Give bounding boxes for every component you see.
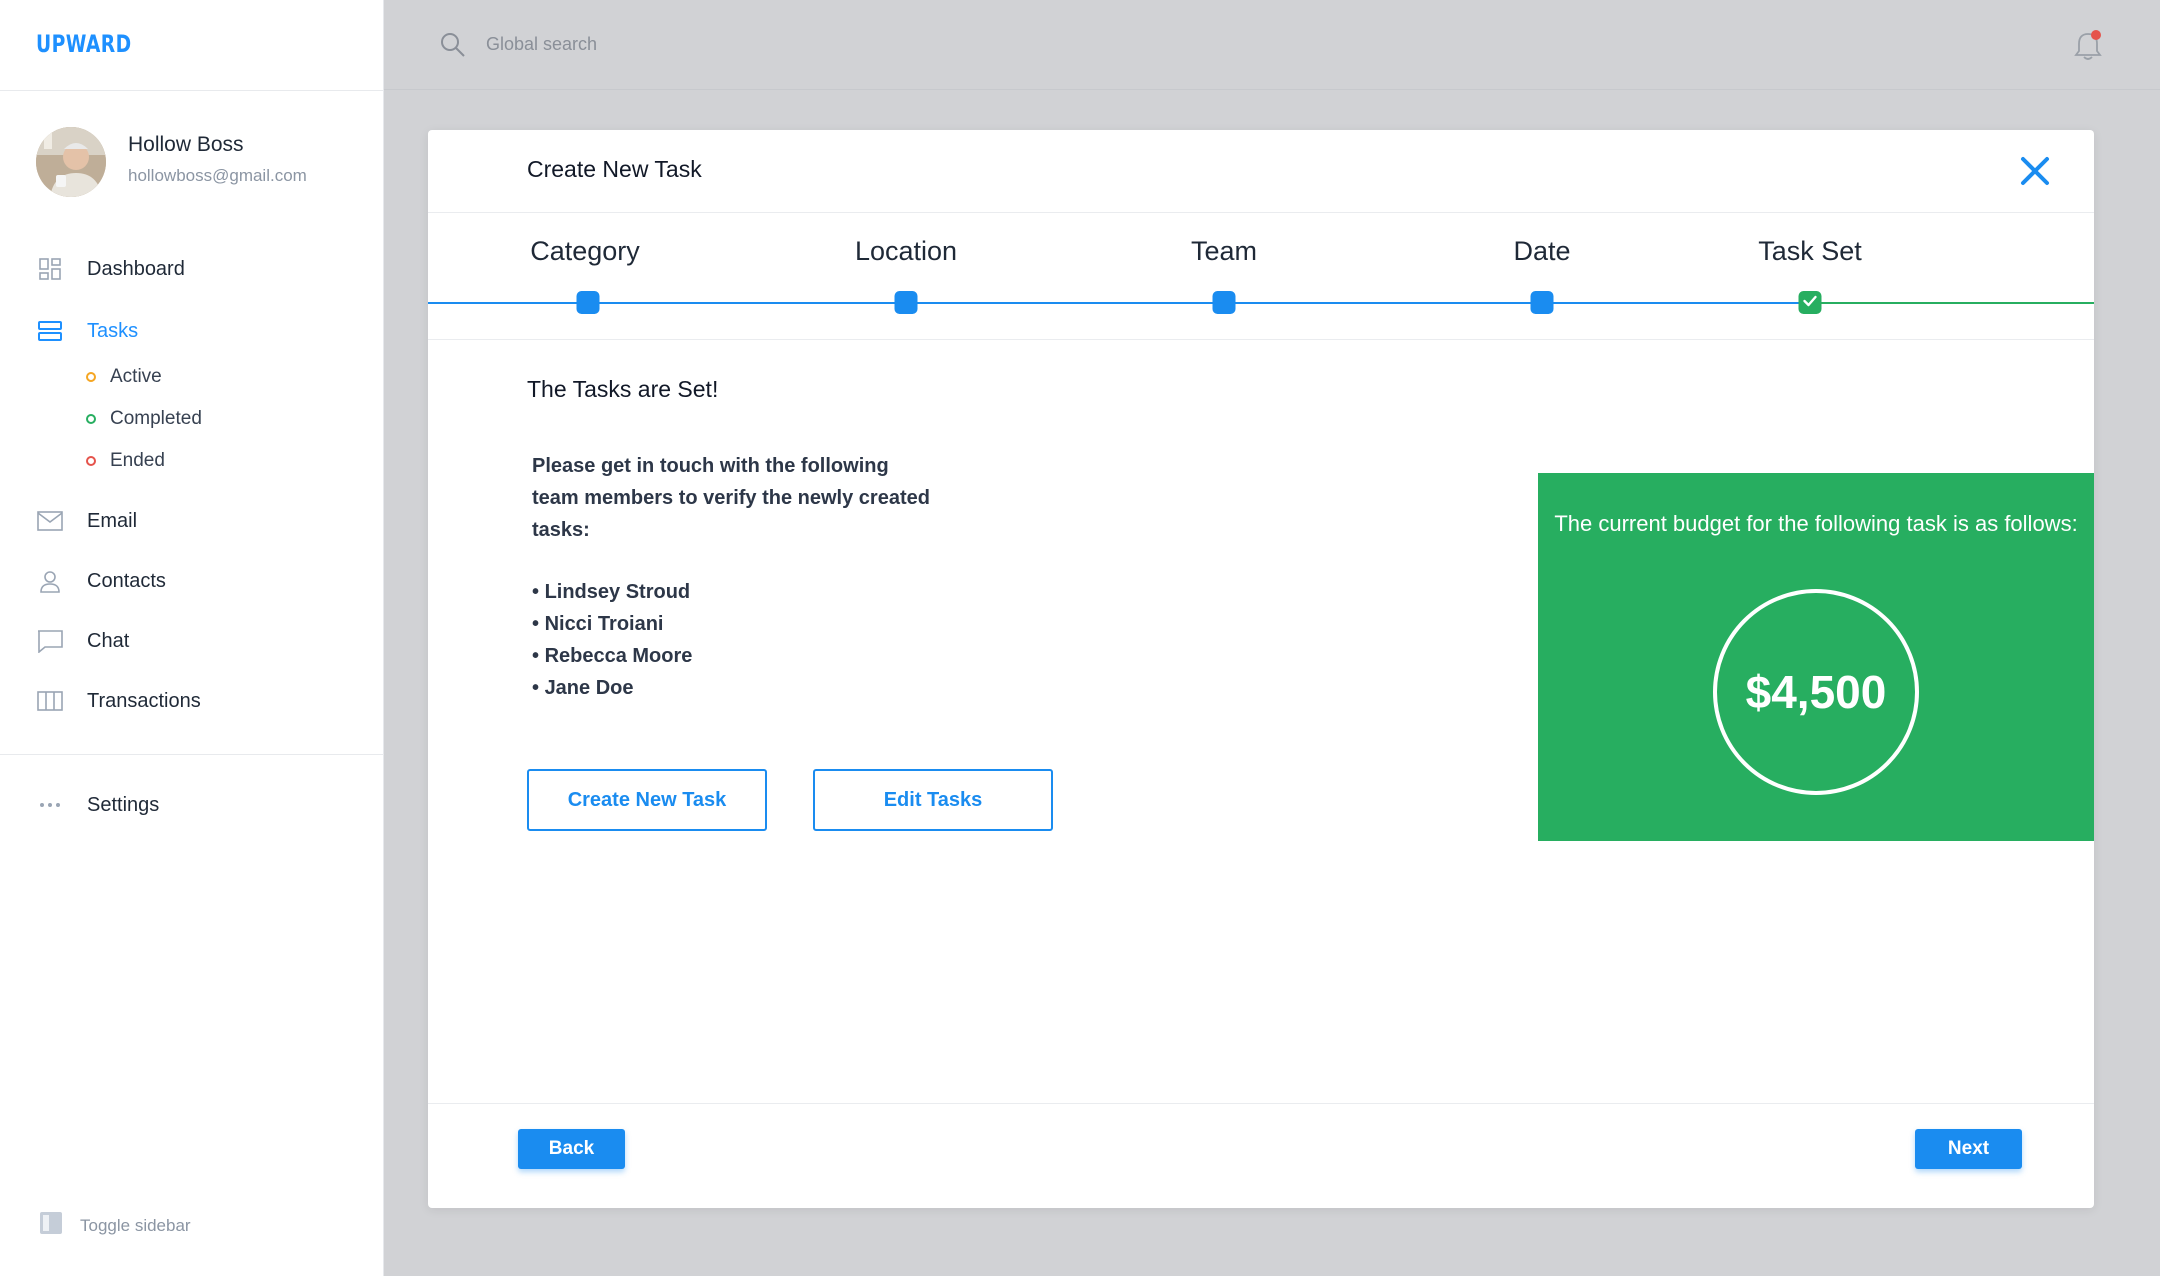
step-label-date: Date (1513, 236, 1571, 266)
verify-message: Please get in touch with the following t… (532, 455, 930, 541)
step-dot-location[interactable] (894, 291, 918, 314)
step-dot-team[interactable] (1212, 291, 1236, 314)
next-button[interactable]: Next (1915, 1129, 2022, 1169)
status-dot (86, 456, 96, 466)
step-label-task-set: Task Set (1758, 236, 1862, 266)
check-icon (1803, 294, 1818, 312)
task-filter-label: Ended (110, 450, 165, 471)
step-label-category: Category (530, 236, 640, 266)
sidebar-item-label: Dashboard (87, 257, 185, 280)
global-search-input[interactable] (486, 30, 886, 58)
sidebar-item-label: Tasks (87, 319, 139, 342)
close-icon[interactable] (2018, 154, 2052, 188)
columns-icon (36, 687, 64, 715)
mail-icon (36, 507, 64, 535)
modal-divider (428, 339, 2094, 340)
budget-description: The current budget for the following tas… (1554, 511, 2078, 536)
sidebar-item-chat[interactable]: Chat (36, 626, 129, 656)
sidebar-toggle-icon (40, 1212, 62, 1239)
sidebar-item-contacts[interactable]: Contacts (36, 566, 166, 596)
search-icon (440, 32, 466, 63)
tasks-set-heading: The Tasks are Set! (527, 376, 719, 402)
team-member: Lindsey Stroud (532, 576, 692, 608)
sidebar-divider (0, 90, 384, 91)
team-member: Jane Doe (532, 672, 692, 704)
team-member-list: Lindsey Stroud Nicci Troiani Rebecca Moo… (532, 576, 693, 704)
sidebar-item-transactions[interactable]: Transactions (36, 686, 201, 716)
tasks-icon (36, 317, 64, 345)
sidebar-item-email[interactable]: Email (36, 506, 137, 536)
stepper-complete-line (1810, 302, 2094, 304)
sidebar-item-label: Contacts (87, 569, 166, 592)
app-logo[interactable]: UPWARD (36, 30, 132, 58)
step-label-team: Team (1190, 236, 1258, 266)
budget-amount: $4,500 (1745, 666, 1887, 718)
stepper-progress-line (428, 302, 1810, 304)
edit-tasks-button[interactable]: Edit Tasks (813, 769, 1053, 831)
more-icon (36, 791, 64, 819)
create-new-task-button[interactable]: Create New Task (527, 769, 767, 831)
modal-title: Create New Task (527, 156, 702, 182)
user-email: hollowboss@gmail.com (128, 166, 307, 185)
chat-icon (36, 627, 64, 655)
task-filter-label: Completed (110, 408, 202, 429)
sidebar-item-dashboard[interactable]: Dashboard (36, 254, 185, 284)
back-button[interactable]: Back (518, 1129, 625, 1169)
user-icon (36, 567, 64, 595)
step-label-location: Location (854, 236, 958, 266)
create-task-modal: Create New Task Category Location Team D… (428, 130, 2094, 1208)
task-filter-label: Active (110, 366, 162, 387)
notification-bell-icon[interactable] (2074, 30, 2102, 67)
task-filter-completed[interactable]: Completed (86, 406, 202, 432)
sidebar-item-tasks[interactable]: Tasks (36, 316, 138, 346)
modal-footer-divider (428, 1103, 2094, 1104)
task-filter-active[interactable]: Active (86, 364, 162, 390)
toggle-sidebar-label: Toggle sidebar (80, 1215, 191, 1235)
sidebar-item-label: Chat (87, 629, 130, 652)
sidebar-item-label: Transactions (87, 689, 201, 712)
team-member: Nicci Troiani (532, 608, 692, 640)
budget-circle: $4,500 (1713, 589, 1919, 795)
budget-panel: The current budget for the following tas… (1538, 473, 2094, 841)
sidebar-item-label: Email (87, 509, 138, 532)
sidebar-item-label: Settings (87, 793, 160, 816)
sidebar-divider (0, 754, 384, 755)
dashboard-icon (36, 255, 64, 283)
toggle-sidebar-button[interactable]: Toggle sidebar (40, 1212, 191, 1239)
user-name: Hollow Boss (128, 133, 244, 156)
sidebar: UPWARD Hollow Boss hollowboss@gmail.com … (0, 0, 384, 1276)
status-dot (86, 414, 96, 424)
sidebar-item-settings[interactable]: Settings (36, 790, 159, 820)
modal-divider (428, 212, 2094, 213)
step-dot-task-set[interactable] (1798, 291, 1822, 314)
step-dot-date[interactable] (1530, 291, 1554, 314)
avatar[interactable] (36, 127, 106, 197)
team-member: Rebecca Moore (532, 640, 693, 672)
task-filter-ended[interactable]: Ended (86, 448, 165, 474)
step-dot-category[interactable] (576, 291, 600, 314)
status-dot (86, 372, 96, 382)
